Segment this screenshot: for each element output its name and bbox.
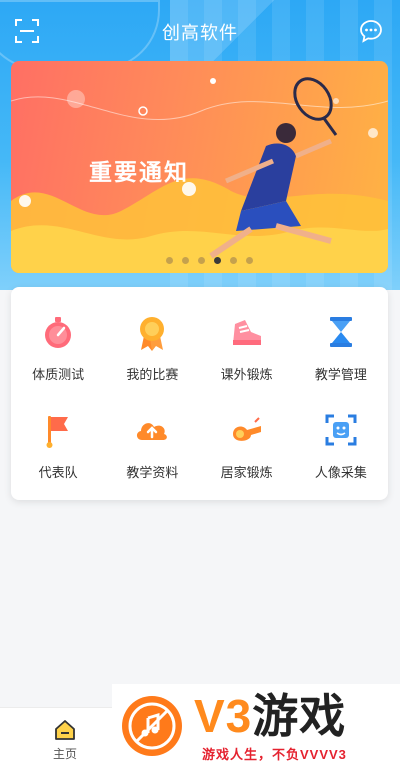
menu-item-label: 体质测试: [32, 366, 85, 382]
notice-banner[interactable]: 重要通知: [11, 61, 388, 273]
menu-item-label: 课外锻炼: [220, 366, 273, 382]
v3-logo-icon: [122, 696, 182, 756]
menu-item-label: 代表队: [38, 465, 78, 481]
menu-item-extracurricular-exercise[interactable]: 课外锻炼: [200, 297, 294, 396]
page-title: 创高软件: [162, 23, 238, 43]
whistle-icon: [232, 417, 261, 442]
tennis-player-illustration: [11, 77, 388, 273]
face-scan-icon: [325, 414, 357, 446]
top-bar: 创高软件: [0, 14, 400, 50]
menu-item-label: 我的比赛: [126, 366, 179, 382]
scan-icon[interactable]: [14, 18, 40, 44]
menu-item-label: 教学资料: [126, 465, 179, 481]
menu-item-physical-test[interactable]: 体质测试: [11, 297, 105, 396]
sneaker-icon: [232, 319, 261, 345]
cloud-upload-icon: [137, 423, 168, 441]
watermark-slogan: 游戏人生，不负VVVV3: [202, 747, 347, 762]
hourglass-icon: [329, 316, 352, 347]
home-icon: [55, 720, 75, 740]
carousel-dot[interactable]: [182, 257, 189, 264]
carousel-indicator: [11, 257, 388, 264]
carousel-dot[interactable]: [230, 257, 237, 264]
stopwatch-icon: [45, 316, 72, 348]
carousel-dot[interactable]: [198, 257, 205, 264]
menu-item-label: 人像采集: [314, 465, 367, 481]
carousel-dot[interactable]: [166, 257, 173, 264]
menu-item-label: 居家锻炼: [220, 465, 273, 481]
menu-item-teaching-materials[interactable]: 教学资料: [105, 396, 199, 495]
carousel-dot-active[interactable]: [214, 257, 221, 264]
watermark-brand: V3游戏: [194, 690, 347, 742]
carousel-dot[interactable]: [246, 257, 253, 264]
menu-item-portrait-capture[interactable]: 人像采集: [294, 396, 388, 495]
medal-icon: [140, 316, 165, 351]
menu-item-label: 教学管理: [314, 366, 367, 382]
message-icon[interactable]: [358, 18, 384, 44]
menu-item-my-competition[interactable]: 我的比赛: [105, 297, 199, 396]
menu-item-home-exercise[interactable]: 居家锻炼: [200, 396, 294, 495]
menu-item-team[interactable]: 代表队: [11, 396, 105, 495]
v3-game-watermark: V3游戏 游戏人生，不负VVVV3: [112, 684, 400, 772]
flag-icon: [46, 416, 69, 449]
tab-home-label: 主页: [52, 747, 77, 761]
function-grid: 体质测试 我的比赛 课外锻炼 教学管理 代表队 教学资料 居家锻炼 人像采集: [11, 287, 388, 500]
tab-home[interactable]: 主页: [40, 718, 90, 766]
banner-title: 重要通知: [89, 159, 189, 185]
menu-item-teaching-management[interactable]: 教学管理: [294, 297, 388, 396]
